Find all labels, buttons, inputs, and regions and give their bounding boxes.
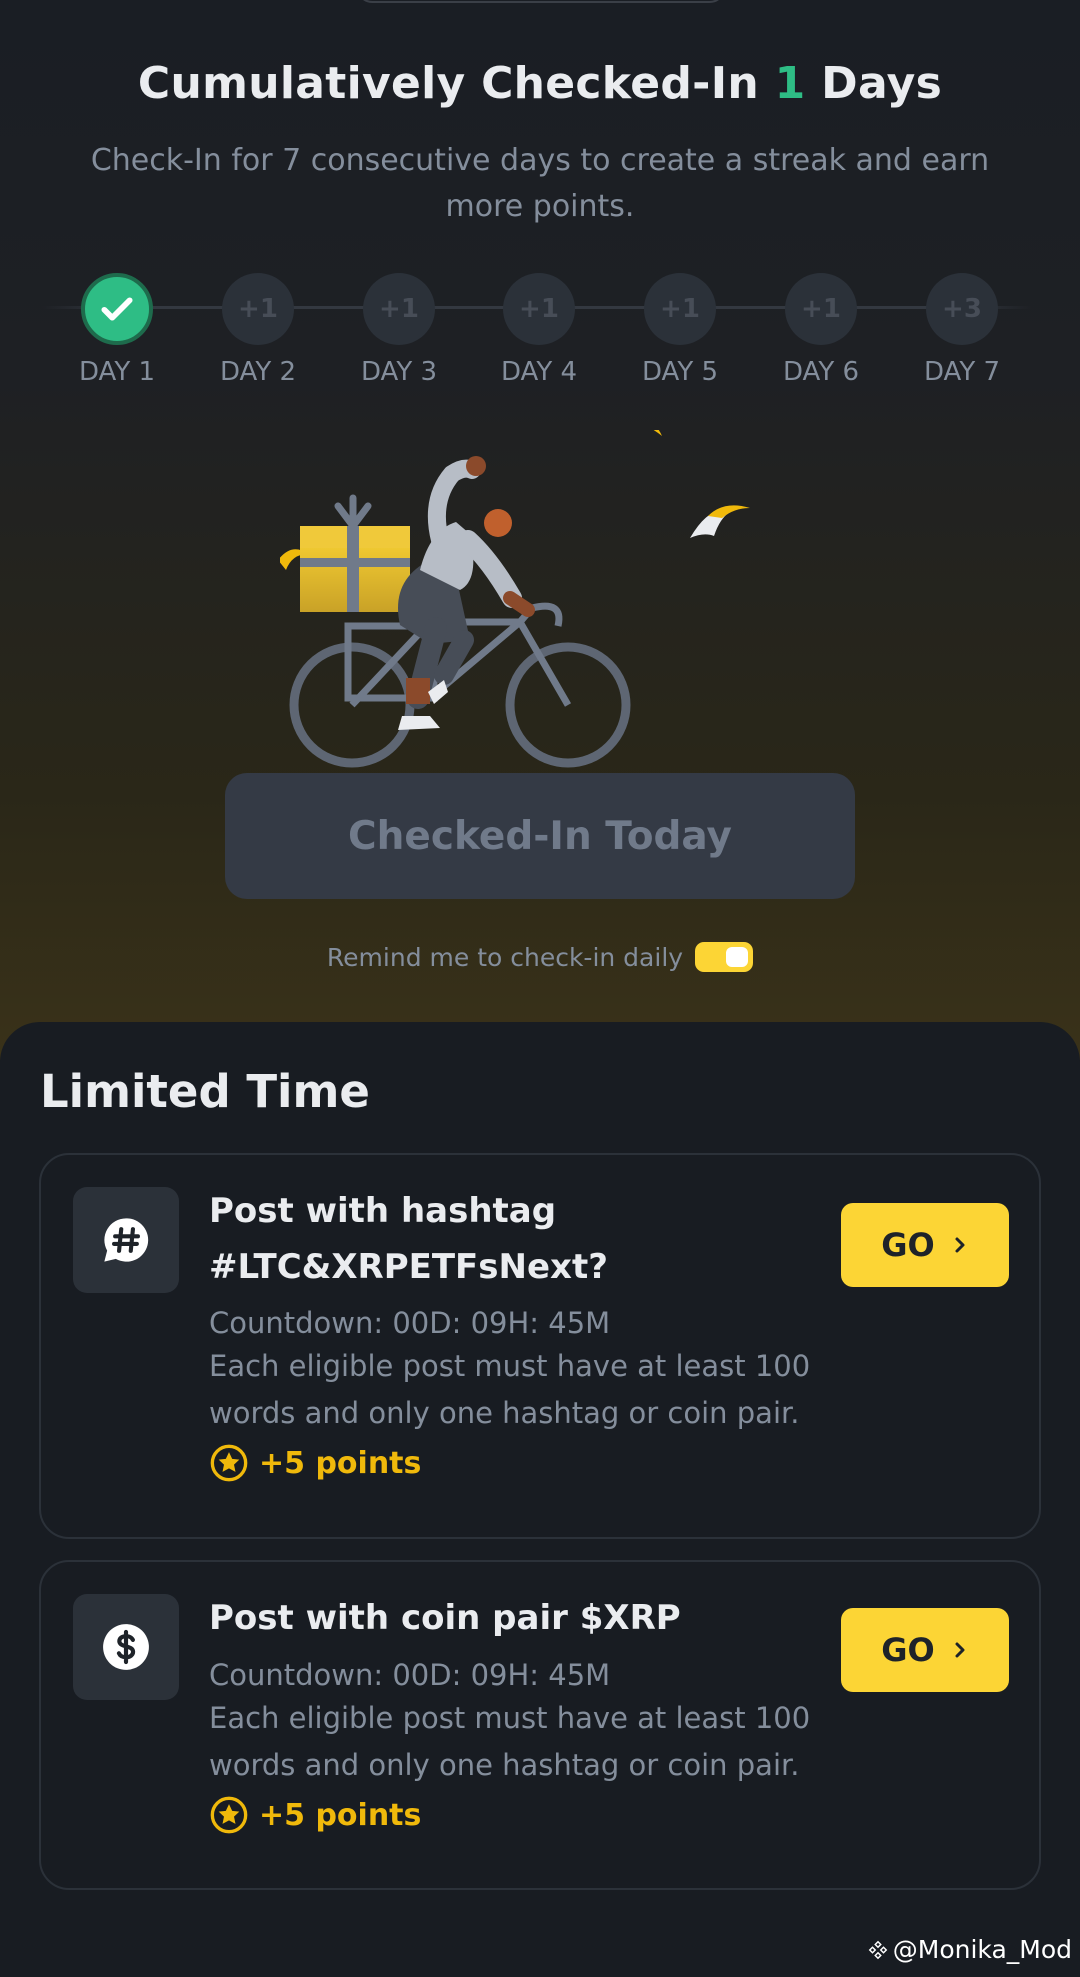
toggle-knob (726, 947, 749, 967)
streak-day-3: +1 DAY 3 (329, 273, 469, 393)
page-title: Cumulatively Checked-In 1 Days (137, 58, 943, 109)
day-reward: +1 (363, 273, 435, 345)
day-label: DAY 7 (923, 357, 1001, 387)
day-label: DAY 2 (219, 357, 297, 387)
dollar-coin-icon (73, 1594, 179, 1700)
task-countdown: Countdown: 00D: 09H: 45M (209, 1658, 611, 1692)
chevron-right-icon (955, 1237, 965, 1253)
go-label: GO (881, 1631, 935, 1669)
task-card-hashtag: Post with hashtag #LTC&XRPETFsNext? Coun… (39, 1153, 1041, 1539)
task-card-coin-pair: Post with coin pair $XRP Countdown: 00D:… (39, 1560, 1041, 1890)
day-label: DAY 3 (360, 357, 438, 387)
star-coin-icon (210, 1796, 248, 1834)
page-subtitle: Check-In for 7 consecutive days to creat… (90, 143, 990, 224)
checkin-count: 1 (774, 58, 806, 109)
streak-day-4: +1 DAY 4 (469, 273, 609, 393)
points-label: +5 points (259, 1797, 422, 1833)
task-countdown: Countdown: 00D: 09H: 45M (209, 1306, 611, 1340)
hashtag-chat-icon (73, 1187, 179, 1293)
points-label: +5 points (259, 1445, 422, 1481)
top-handle (356, 0, 726, 3)
section-title-limited-time: Limited Time (40, 1065, 370, 1118)
day-reward: +1 (785, 273, 857, 345)
day-label: DAY 1 (78, 357, 156, 387)
streak-day-6: +1 DAY 6 (751, 273, 891, 393)
streak-day-7: +3 DAY 7 (892, 273, 1032, 393)
day-label: DAY 5 (641, 357, 719, 387)
binance-logo-icon (868, 1940, 888, 1959)
watermark: @Monika_Mod (867, 1935, 1072, 1964)
go-label: GO (881, 1226, 935, 1264)
day-reward: +3 (926, 273, 998, 345)
task-title: Post with coin pair $XRP (209, 1598, 681, 1638)
go-button-coin-pair[interactable]: GO (841, 1608, 1009, 1692)
day-label: DAY 4 (500, 357, 578, 387)
check-icon (81, 273, 153, 345)
chevron-right-icon (955, 1642, 965, 1658)
cyclist-gift-illustration (280, 430, 750, 768)
watermark-text: @Monika_Mod (892, 1935, 1072, 1964)
day-reward: +1 (222, 273, 294, 345)
task-description: Each eligible post must have at least 10… (209, 1349, 811, 1430)
day-reward: +1 (644, 273, 716, 345)
remind-label: Remind me to check-in daily (326, 942, 684, 972)
task-title: Post with hashtag #LTC&XRPETFsNext? (209, 1191, 608, 1287)
checkin-page: Cumulatively Checked-In 1 Days Check-In … (0, 0, 1080, 1977)
task-points: +5 points (209, 1795, 421, 1835)
streak-day-5: +1 DAY 5 (610, 273, 750, 393)
streak-day-1: DAY 1 (47, 273, 187, 393)
day-reward: +1 (503, 273, 575, 345)
task-points: +5 points (209, 1443, 421, 1483)
task-description: Each eligible post must have at least 10… (209, 1701, 811, 1782)
go-button-hashtag[interactable]: GO (841, 1203, 1009, 1287)
day-label: DAY 6 (782, 357, 860, 387)
star-coin-icon (210, 1444, 248, 1482)
streak-day-2: +1 DAY 2 (188, 273, 328, 393)
remind-toggle[interactable] (695, 942, 754, 972)
checked-in-today-button[interactable]: Checked-In Today (225, 773, 855, 899)
remind-row: Remind me to check-in daily (0, 942, 1080, 972)
